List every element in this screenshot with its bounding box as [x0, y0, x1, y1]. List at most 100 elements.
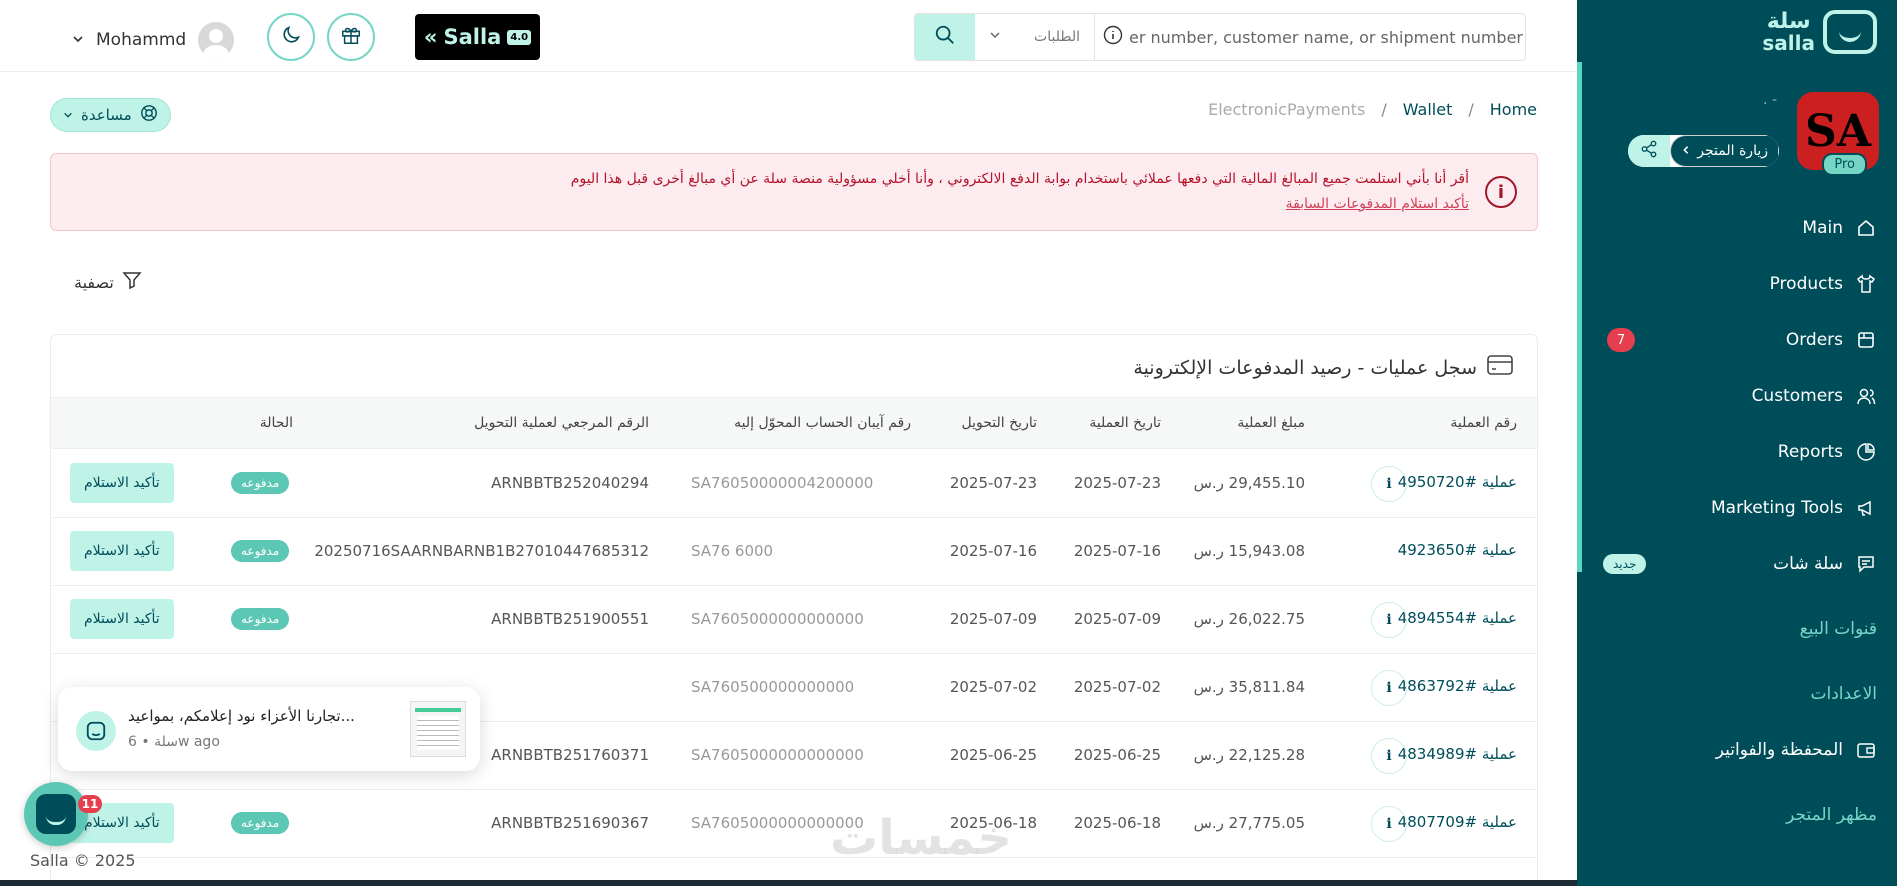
shirt-icon: [1855, 273, 1877, 295]
help-button[interactable]: مساعدة: [50, 98, 171, 132]
gift-button[interactable]: [327, 13, 375, 61]
sidebar-item-marketing-tools[interactable]: Marketing Tools: [1577, 480, 1897, 536]
confirm-receipt-button[interactable]: تأكيد الاستلام: [70, 463, 174, 503]
sidebar-item-label: Customers: [1751, 386, 1843, 406]
megaphone-icon: [1855, 497, 1877, 519]
chevron-down-icon: [63, 106, 73, 124]
card-title-text: سجل عمليات - رصيد المدفوعات الإلكترونية: [1133, 356, 1477, 379]
sidebar-item-customers[interactable]: Customers: [1577, 368, 1897, 424]
user-name: Mohammd: [96, 30, 187, 50]
transactions-table-card: سجل عمليات - رصيد المدفوعات الإلكترونية …: [50, 334, 1538, 886]
breadcrumb-home[interactable]: Home: [1490, 100, 1537, 119]
gift-icon: [340, 24, 362, 50]
sidebar-item-label: Products: [1769, 274, 1843, 294]
orders-count-badge: 7: [1607, 328, 1635, 352]
wallet-icon: [1855, 739, 1877, 761]
logo-ar: سلة: [1766, 9, 1811, 34]
table-header: رقم العملية مبلغ العملية تاريخ العملية ت…: [51, 397, 1537, 449]
operation-number-link[interactable]: عملية #4807709: [1398, 813, 1517, 831]
logo-en: salla: [1762, 31, 1815, 55]
reference-cell: 20250716SAARNBARNB1B27010447685312: [314, 542, 649, 560]
confirm-receipt-button[interactable]: تأكيد الاستلام: [70, 531, 174, 571]
chevron-left-icon: [1681, 143, 1691, 159]
breadcrumb-separator: /: [1381, 100, 1387, 119]
watermark: خمسات: [830, 810, 1012, 866]
share-store-button[interactable]: [1628, 135, 1671, 167]
sidebar-item-main[interactable]: Main: [1577, 200, 1897, 256]
sidebar-item-orders[interactable]: Orders 7: [1577, 312, 1897, 368]
notification-popup[interactable]: ...تجارنا الأعزاء نود إعلامكم، بمواعيد 6…: [58, 687, 480, 771]
breadcrumb-current: ElectronicPayments: [1208, 100, 1366, 119]
operation-number-link[interactable]: عملية #4950720: [1398, 473, 1517, 491]
sidebar-section-settings[interactable]: الاعدادات: [1577, 666, 1897, 722]
payment-confirmation-alert: i أقر أنا بأني استلمت جميع المبالغ المال…: [50, 153, 1538, 231]
iban-cell: SA7605000000000000: [691, 610, 864, 628]
operation-number-link[interactable]: عملية #4894554: [1398, 609, 1517, 627]
iban-cell: SA76 ‍6000: [691, 542, 774, 560]
salla-logo[interactable]: سلة salla: [1762, 10, 1877, 54]
iban-cell: SA76050000004200000: [691, 474, 874, 492]
info-button[interactable]: i: [1371, 738, 1407, 774]
confirm-previous-payments-link[interactable]: تأكيد استلام المدفوعات السابقة: [1286, 196, 1469, 212]
chat-icon: [1855, 553, 1877, 575]
amount-cell: 22,125.28 ر.س: [1193, 746, 1305, 764]
salla-version-badge: 4.0: [507, 29, 532, 45]
search-scope-value: الطلبات: [1034, 29, 1080, 45]
sidebar-item-label: Main: [1802, 218, 1843, 238]
search-button[interactable]: [915, 14, 975, 60]
salla-version-button[interactable]: « Salla 4.0: [415, 14, 540, 60]
user-menu[interactable]: Mohammd: [72, 22, 235, 58]
amount-cell: 27,775.05 ر.س: [1193, 814, 1305, 832]
info-button[interactable]: i: [1371, 670, 1407, 706]
footer-copyright: Salla © 2025: [30, 851, 136, 870]
pro-badge: Pro: [1822, 153, 1867, 176]
dark-mode-button[interactable]: [267, 13, 315, 61]
status-badge: مدفوعه: [231, 472, 290, 494]
op-date-cell: 2025-06-25: [1073, 746, 1161, 764]
op-date-cell: 2025-07-23: [1073, 474, 1161, 492]
chat-unread-badge: 11: [78, 795, 102, 813]
info-button[interactable]: i: [1371, 806, 1407, 842]
sidebar-section-store-look[interactable]: مظهر المتجر: [1577, 778, 1897, 852]
popup-thumbnail: [410, 701, 466, 757]
sidebar-section-sales-channels[interactable]: قنوات البيع: [1577, 592, 1897, 666]
filter-button[interactable]: تصفية: [74, 270, 142, 294]
operation-number-link[interactable]: عملية #4863792: [1398, 677, 1517, 695]
op-date-cell: 2025-07-09: [1073, 610, 1161, 628]
info-button[interactable]: i: [1371, 466, 1407, 502]
salla-chat-icon: [36, 794, 76, 834]
sidebar-item-wallet[interactable]: المحفظة والفواتير: [1577, 722, 1897, 778]
table-row: عملية #4807709 i 27,775.05 ر.س 2025-06-18 20…: [51, 790, 1537, 858]
card-title: سجل عمليات - رصيد المدفوعات الإلكترونية: [1133, 355, 1513, 380]
chat-launcher-button[interactable]: [24, 782, 88, 846]
amount-cell: 29,455.10 ر.س: [1193, 474, 1305, 492]
reference-cell: ARNBBTB251900551: [491, 610, 649, 628]
operation-number-link[interactable]: عملية #4923650: [1398, 541, 1517, 559]
popup-message: ...تجارنا الأعزاء نود إعلامكم، بمواعيد: [128, 707, 355, 725]
sidebar-item-label: Orders: [1785, 330, 1843, 350]
search-scope-select[interactable]: الطلبات: [975, 14, 1095, 60]
sidebar-item-products[interactable]: Products: [1577, 256, 1897, 312]
col-status: الحالة: [259, 415, 293, 431]
taskbar-strip: [0, 880, 1577, 886]
top-bar: Mohammd « Salla 4.0 الطلبات er number, c…: [0, 0, 1577, 72]
breadcrumb: Home / Wallet / ElectronicPayments: [1208, 100, 1537, 119]
sidebar-item-salla-chat[interactable]: سلة شات جديد: [1577, 536, 1897, 592]
salla-btn-label: Salla: [443, 25, 502, 49]
sidebar-item-reports[interactable]: Reports: [1577, 424, 1897, 480]
operation-number-link[interactable]: عملية #4834989: [1398, 745, 1517, 763]
col-transfer-date: تاريخ التحويل: [961, 415, 1037, 431]
breadcrumb-wallet[interactable]: Wallet: [1403, 100, 1453, 119]
status-badge: مدفوعه: [231, 812, 290, 834]
sidebar-item-label: المحفظة والفواتير: [1715, 740, 1843, 760]
info-button[interactable]: i: [1371, 602, 1407, 638]
visit-store-label: زيارة المتجر: [1697, 143, 1768, 159]
chevron-down-icon: [72, 30, 84, 50]
col-iban: رقم آيبان الحساب المحوّل إليه: [734, 415, 911, 431]
popup-meta: 6 • سلةw ago: [128, 734, 220, 750]
confirm-receipt-button[interactable]: تأكيد الاستلام: [70, 599, 174, 639]
visit-store-button[interactable]: زيارة المتجر: [1670, 135, 1779, 167]
search-input[interactable]: er number, customer name, or shipment nu…: [1095, 14, 1525, 60]
transfer-date-cell: 2025-07-16: [949, 542, 1037, 560]
filter-icon: [122, 270, 142, 294]
